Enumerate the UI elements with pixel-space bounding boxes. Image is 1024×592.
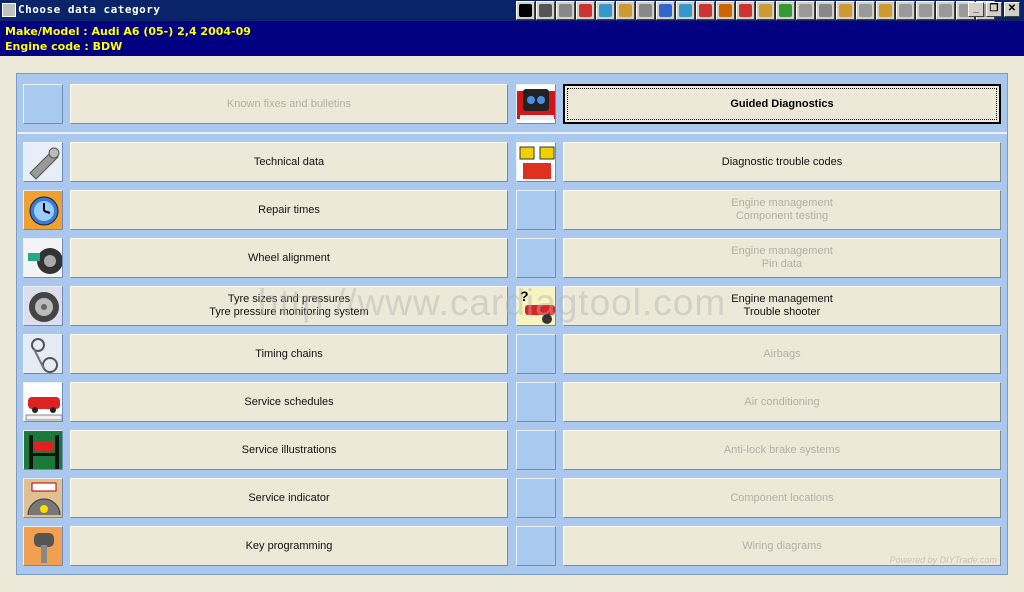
first-icon[interactable] (516, 1, 535, 20)
warning-icon-glyph (559, 4, 572, 17)
app-icon (2, 3, 16, 17)
tyre-icon (23, 286, 63, 326)
right-category-button[interactable]: Air conditioning (563, 382, 1001, 422)
empty-icon-slot (516, 430, 556, 470)
category-panel: Known fixes and bulletins Guided Diagnos… (16, 73, 1008, 575)
right-category-button[interactable]: Airbags (563, 334, 1001, 374)
spanner-icon (23, 142, 63, 182)
clock-icon (23, 190, 63, 230)
empty-icon-slot (516, 478, 556, 518)
flag-icon[interactable] (576, 1, 595, 20)
person-icon[interactable] (896, 1, 915, 20)
vehicle-icon-glyph (599, 4, 612, 17)
left-category-button[interactable]: Service illustrations (70, 430, 508, 470)
book-icon[interactable] (736, 1, 755, 20)
tool-icon-glyph (679, 4, 692, 17)
wheel-alignment-icon (23, 238, 63, 278)
window-controls: _ ❐ ✕ (968, 2, 1020, 17)
left-category-button[interactable]: Wheel alignment (70, 238, 508, 278)
known-fixes-button[interactable]: Known fixes and bulletins (70, 84, 508, 124)
fuel-icon-glyph (779, 4, 792, 17)
back-icon[interactable] (536, 1, 555, 20)
window-title: Choose data category (18, 3, 161, 16)
right-category-button[interactable]: Anti-lock brake systems (563, 430, 1001, 470)
warning2-icon-glyph (919, 4, 932, 17)
lift-icon-glyph (719, 4, 732, 17)
empty-icon-slot (516, 526, 556, 566)
lift-icon (23, 430, 63, 470)
restore-button[interactable]: ❐ (986, 2, 1002, 17)
doc-icon[interactable] (796, 1, 815, 20)
right-category-button[interactable]: Diagnostic trouble codes (563, 142, 1001, 182)
left-category-button[interactable]: Key programming (70, 526, 508, 566)
timer-icon[interactable] (836, 1, 855, 20)
wheel-icon[interactable] (656, 1, 675, 20)
key-icon-glyph (759, 4, 772, 17)
service-car-icon (23, 382, 63, 422)
battery-icon[interactable] (696, 1, 715, 20)
gear-icon[interactable] (636, 1, 655, 20)
right-category-button[interactable]: Component locations (563, 478, 1001, 518)
right-category-button[interactable]: Engine management Trouble shooter (563, 286, 1001, 326)
lift-icon[interactable] (716, 1, 735, 20)
trouble-shooter-icon: ? (516, 286, 556, 326)
jack-icon[interactable] (876, 1, 895, 20)
key-icon[interactable] (756, 1, 775, 20)
divider (17, 132, 1007, 134)
left-category-button[interactable]: Tyre sizes and pressures Tyre pressure m… (70, 286, 508, 326)
fuel-icon[interactable] (776, 1, 795, 20)
known-fixes-icon-slot (23, 84, 63, 124)
title-bar: Choose data category _ ❐ ✕ (0, 0, 1024, 21)
first-icon-glyph (519, 4, 532, 17)
flag-icon-glyph (579, 4, 592, 17)
close-button[interactable]: ✕ (1004, 2, 1020, 17)
timer-icon-glyph (839, 4, 852, 17)
left-category-button[interactable]: Technical data (70, 142, 508, 182)
footer-text: Powered by DIYTrade.com (889, 555, 997, 565)
settings-icon[interactable] (816, 1, 835, 20)
guided-diagnostics-button[interactable]: Guided Diagnostics (563, 84, 1001, 124)
jack-icon-glyph (879, 4, 892, 17)
doc-icon-glyph (799, 4, 812, 17)
car-icon[interactable] (936, 1, 955, 20)
tool-icon[interactable] (676, 1, 695, 20)
engine-code-text: Engine code : BDW (5, 40, 123, 53)
battery-icon-glyph (699, 4, 712, 17)
gear-icon-glyph (639, 4, 652, 17)
make-model-text: Make/Model : Audi A6 (05-) 2,4 2004-09 (5, 25, 251, 38)
empty-icon-slot (516, 190, 556, 230)
engine-icon-glyph (619, 4, 632, 17)
guided-diagnostics-icon (516, 84, 556, 124)
settings-icon-glyph (819, 4, 832, 17)
back-icon-glyph (539, 4, 552, 17)
toolbar (516, 1, 995, 20)
vehicle-icon[interactable] (596, 1, 615, 20)
key-icon (23, 526, 63, 566)
empty-icon-slot (516, 238, 556, 278)
warning2-icon[interactable] (916, 1, 935, 20)
right-category-button[interactable]: Engine management Component testing (563, 190, 1001, 230)
engine-icon[interactable] (616, 1, 635, 20)
person-icon-glyph (899, 4, 912, 17)
left-category-button[interactable]: Repair times (70, 190, 508, 230)
right-category-button[interactable]: Engine management Pin data (563, 238, 1001, 278)
left-category-button[interactable]: Service schedules (70, 382, 508, 422)
pump-icon[interactable] (856, 1, 875, 20)
empty-icon-slot (516, 334, 556, 374)
car-icon-glyph (939, 4, 952, 17)
serv-indicator-icon (23, 478, 63, 518)
dtc-icon (516, 142, 556, 182)
vehicle-info-bar: Make/Model : Audi A6 (05-) 2,4 2004-09 E… (0, 21, 1024, 56)
left-category-button[interactable]: Timing chains (70, 334, 508, 374)
svg-text:?: ? (520, 288, 529, 304)
minimize-button[interactable]: _ (968, 2, 984, 17)
wheel-icon-glyph (659, 4, 672, 17)
pump-icon-glyph (859, 4, 872, 17)
warning-icon[interactable] (556, 1, 575, 20)
book-icon-glyph (739, 4, 752, 17)
timing-chain-icon (23, 334, 63, 374)
empty-icon-slot (516, 382, 556, 422)
left-category-button[interactable]: Service indicator (70, 478, 508, 518)
